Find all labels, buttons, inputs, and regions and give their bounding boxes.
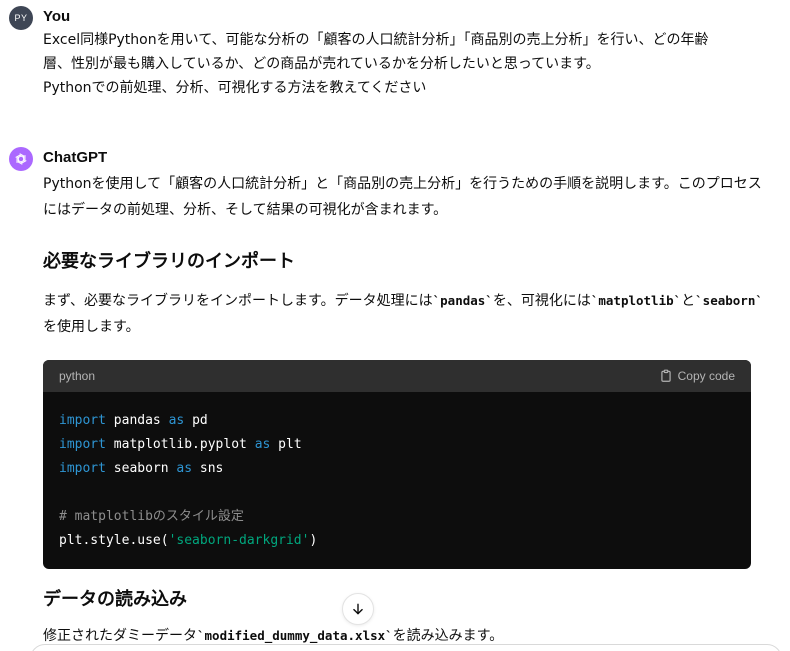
code-line: import pandas as pd <box>59 409 735 433</box>
imports-text: まず、必要なライブラリをインポートします。データ処理には <box>43 293 433 309</box>
assistant-message-body: Pythonを使用して「顧客の人口統計分析」と「商品別の売上分析」を行うための手… <box>43 171 763 649</box>
user-avatar: PY <box>9 6 33 30</box>
inline-code-seaborn: `seaborn` <box>695 293 763 308</box>
code-language-label: python <box>59 369 96 383</box>
code-text: ) <box>309 533 318 548</box>
code-text: matplotlib.pyplot <box>105 437 255 452</box>
inline-code-pandas: `pandas` <box>432 293 493 308</box>
code-keyword: import <box>59 437 106 452</box>
code-block-content: import pandas as pd import matplotlib.py… <box>43 392 751 569</box>
chat-page: PY You Excel同様Pythonを用いて、可能な分析の「顧客の人口統計分… <box>0 0 790 651</box>
arrow-down-icon <box>353 603 363 615</box>
code-keyword: import <box>59 413 106 428</box>
code-line: import seaborn as sns <box>59 457 735 481</box>
intro-paragraph: Pythonを使用して「顧客の人口統計分析」と「商品別の売上分析」を行うための手… <box>43 171 762 223</box>
code-keyword: import <box>59 461 106 476</box>
imports-paragraph: まず、必要なライブラリをインポートします。データ処理には`pandas`を、可視… <box>43 288 763 340</box>
intro-line: Pythonを使用して「顧客の人口統計分析」と「商品別の売上分析」を行うための手… <box>43 176 762 192</box>
code-keyword: as <box>168 413 185 428</box>
assistant-author-name: ChatGPT <box>43 149 108 166</box>
openai-logo-icon <box>9 147 33 171</box>
message-composer[interactable] <box>30 644 782 651</box>
data-loading-text: を読み込みます。 <box>392 628 504 644</box>
intro-line: にはデータの前処理、分析、そして結果の可視化が含まれます。 <box>43 202 448 218</box>
scroll-down-button[interactable] <box>342 593 374 625</box>
imports-line: まず、必要なライブラリをインポートします。データ処理には`pandas`を、可視… <box>43 288 763 314</box>
code-comment: # matplotlibのスタイル設定 <box>59 509 244 524</box>
copy-code-button[interactable]: Copy code <box>659 369 735 383</box>
copy-code-label: Copy code <box>677 369 735 383</box>
code-text: pandas <box>105 413 169 428</box>
user-author-name: You <box>43 8 71 25</box>
code-text: plt <box>270 437 302 452</box>
imports-text: と <box>681 293 696 309</box>
user-text-line: Pythonでの前処理、分析、可視化する方法を教えてください <box>43 80 427 96</box>
code-block-header: python Copy code <box>43 360 751 392</box>
section-heading-imports: 必要なライブラリのインポート <box>43 251 295 272</box>
inline-code-filename: `modified_dummy_data.xlsx` <box>197 628 393 643</box>
section-heading-data-loading: データの読み込み <box>43 589 187 610</box>
code-block: python Copy code import pandas as pd imp… <box>43 360 751 569</box>
code-text: sns <box>192 461 224 476</box>
code-keyword: as <box>176 461 193 476</box>
code-line: import matplotlib.pyplot as plt <box>59 433 735 457</box>
code-keyword: as <box>254 437 271 452</box>
code-string: 'seaborn-darkgrid' <box>168 533 310 548</box>
inline-code-matplotlib: `matplotlib` <box>590 293 682 308</box>
user-text-line: Excel同様Pythonを用いて、可能な分析の「顧客の人口統計分析」「商品別の… <box>43 32 709 48</box>
code-line: plt.style.use('seaborn-darkgrid') <box>59 529 735 553</box>
clipboard-icon <box>660 369 671 382</box>
imports-text: を、可視化には <box>492 293 591 309</box>
user-text-line: 層、性別が最も購入しているか、どの商品が売れているかを分析したいと思っています。 <box>43 56 600 72</box>
imports-line-2: を使用します。 <box>43 319 140 335</box>
code-text: seaborn <box>105 461 177 476</box>
code-text: pd <box>184 413 208 428</box>
code-text: plt.style.use( <box>59 533 169 548</box>
data-loading-text: 修正されたダミーデータ <box>43 628 197 644</box>
code-line: # matplotlibのスタイル設定 <box>59 505 735 529</box>
user-message-text: Excel同様Pythonを用いて、可能な分析の「顧客の人口統計分析」「商品別の… <box>43 28 743 100</box>
